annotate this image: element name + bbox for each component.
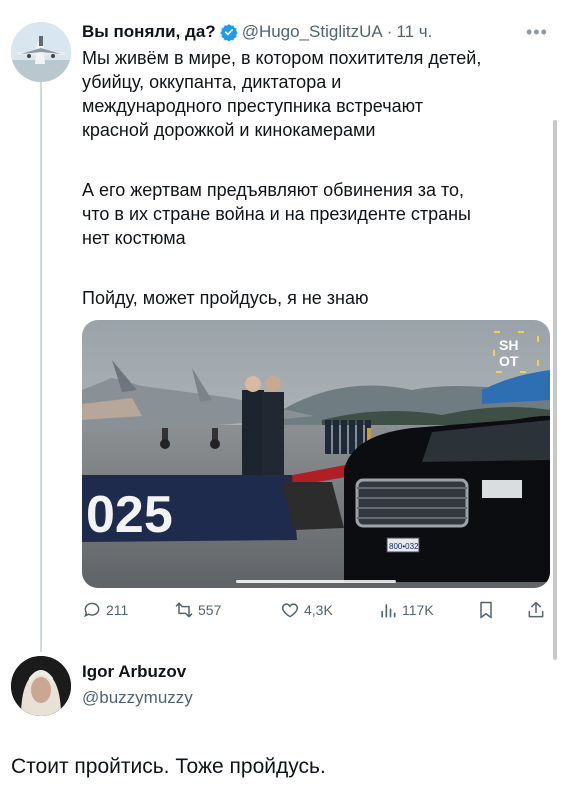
text-line: международного преступника встречают (82, 96, 423, 116)
reply-author-handle[interactable]: @buzzymuzzy (82, 688, 193, 708)
text-line: нет костюма (82, 228, 186, 248)
reply-button[interactable]: 211 (82, 600, 128, 620)
views-button[interactable]: 117K (378, 600, 434, 620)
scrollbar[interactable] (553, 120, 557, 660)
reply-author-name[interactable]: Igor Arbuzov (82, 662, 186, 682)
heart-icon (281, 603, 299, 618)
like-button[interactable]: 4,3K (280, 600, 333, 620)
text-line: красной дорожкой и кинокамерами (82, 120, 376, 140)
author-name[interactable]: Вы поняли, да? (82, 22, 216, 42)
tweet-actions: 211 557 4,3K 117K (82, 600, 552, 628)
thread-connector-line (40, 78, 42, 652)
tweet-paragraph-2: А его жертвам предъявляют обвинения за т… (82, 178, 552, 250)
text-line: что в их стране война и на президенте ст… (82, 204, 471, 224)
author-handle[interactable]: @Hugo_StiglitzUA (242, 22, 383, 42)
tweet-paragraph-3: Пойду, может пройдусь, я не знаю (82, 286, 552, 310)
bookmark-button[interactable] (476, 600, 500, 620)
tweet-header: Вы поняли, да? @Hugo_StiglitzUA · 11 ч. (82, 20, 552, 44)
header-separator: · (386, 22, 393, 41)
avatar[interactable] (11, 22, 71, 82)
tweet-timestamp[interactable]: 11 ч. (396, 22, 432, 42)
text-line: убийцу, оккупанта, диктатора и (82, 72, 342, 92)
reply-count: 211 (106, 602, 129, 618)
retweet-icon (175, 602, 193, 618)
stage-banner-text: 025 (86, 486, 173, 544)
text-line: Мы живём в мире, в котором похитителя де… (82, 48, 482, 68)
verified-badge-icon (219, 23, 238, 42)
watermark-bottom: OT (499, 353, 519, 369)
reply-icon (84, 602, 100, 618)
like-count: 4,3K (304, 602, 333, 618)
more-horizontal-icon[interactable]: ••• (526, 22, 548, 43)
text-line: Пойду, может пройдусь, я не знаю (82, 288, 369, 308)
tweet-video[interactable]: 025 800•032 SH OT (82, 320, 550, 588)
share-icon (528, 601, 544, 618)
text-line: А его жертвам предъявляют обвинения за т… (82, 180, 465, 200)
views-icon (381, 604, 396, 618)
views-count: 117K (402, 602, 434, 618)
share-button[interactable] (526, 600, 550, 620)
avatar[interactable] (11, 656, 71, 716)
retweet-button[interactable]: 557 (174, 600, 221, 620)
license-plate-text: 800•032 (389, 542, 419, 551)
reply-text: Стоит пройтись. Тоже пройдусь. (11, 755, 326, 778)
video-progress-bar[interactable] (236, 580, 396, 583)
tweet-paragraph-1: Мы живём в мире, в котором похитителя де… (82, 46, 552, 142)
watermark-top: SH (499, 337, 518, 353)
bookmark-icon (480, 601, 492, 619)
retweet-count: 557 (198, 602, 222, 618)
